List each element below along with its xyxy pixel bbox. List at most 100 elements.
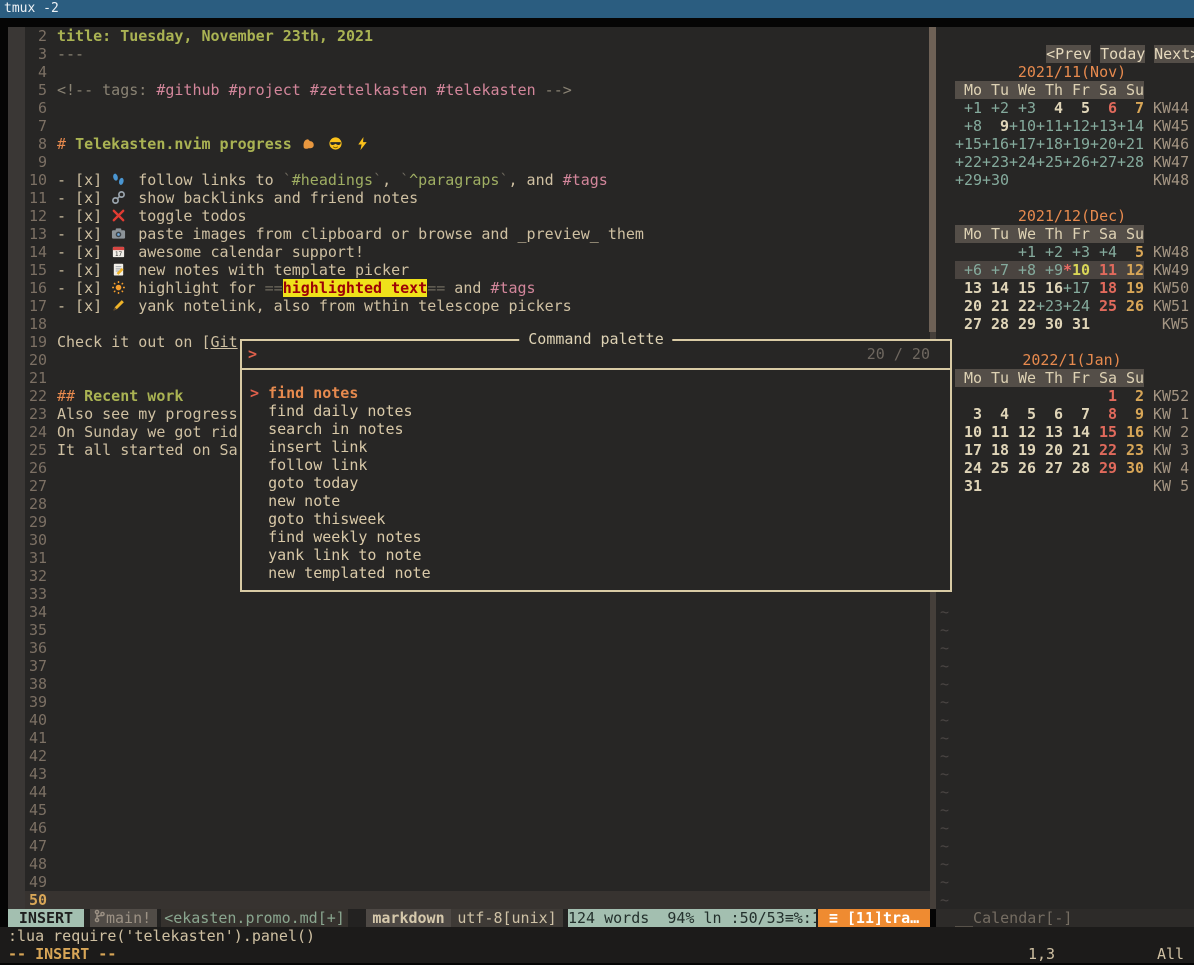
calendar-day[interactable]: 25 (1090, 297, 1117, 315)
calendar-day[interactable]: +27 (1090, 153, 1117, 171)
command-line[interactable]: :lua require('telekasten').panel() (0, 927, 1194, 945)
calendar-day[interactable]: 29 (1090, 459, 1117, 477)
buffer-line[interactable]: 48 (25, 855, 930, 873)
buffer-line[interactable]: 41 (25, 729, 930, 747)
calendar-day[interactable]: 27 (955, 315, 982, 333)
buffer-line[interactable]: 8# Telekasten.nvim progress (25, 135, 930, 153)
calendar-day[interactable]: 5 (1009, 405, 1036, 423)
calendar-day[interactable]: +16 (982, 135, 1009, 153)
buffer-line[interactable]: 10- [x] follow links to `#headings`, `^p… (25, 171, 930, 189)
calendar-day[interactable]: 23 (1117, 441, 1144, 459)
buffer-line[interactable]: 17- [x] yank notelink, also from wthin t… (25, 297, 930, 315)
calendar-day[interactable]: 18 (982, 441, 1009, 459)
calendar-day[interactable]: 13 (1036, 423, 1063, 441)
calendar-day[interactable]: +17 (1009, 135, 1036, 153)
calendar-day[interactable]: 17 (955, 441, 982, 459)
calendar-day[interactable]: 29 (1009, 315, 1036, 333)
calendar-day[interactable]: +12 (1063, 117, 1090, 135)
calendar-day[interactable]: 20 (955, 297, 982, 315)
calendar-day[interactable]: +25 (1036, 153, 1063, 171)
buffer-line[interactable]: 42 (25, 747, 930, 765)
calendar-day[interactable]: 21 (1063, 441, 1090, 459)
palette-item[interactable]: goto today (242, 474, 950, 492)
calendar-day[interactable]: 22 (1090, 441, 1117, 459)
calendar-day[interactable]: 19 (1117, 279, 1144, 297)
calendar-day[interactable]: 16 (1117, 423, 1144, 441)
palette-item[interactable]: search in notes (242, 420, 950, 438)
calendar-day[interactable]: +19 (1063, 135, 1090, 153)
calendar-day[interactable]: 5 (1063, 99, 1090, 117)
palette-item[interactable]: follow link (242, 456, 950, 474)
palette-item[interactable]: goto thisweek (242, 510, 950, 528)
buffer-line[interactable]: 15- [x] new notes with template picker (25, 261, 930, 279)
calendar-day[interactable]: +11 (1036, 117, 1063, 135)
palette-item[interactable]: new templated note (242, 564, 950, 582)
calendar-day[interactable]: +24 (1063, 297, 1090, 315)
buffer-line[interactable]: 44 (25, 783, 930, 801)
palette-item[interactable]: > find notes (242, 384, 950, 402)
palette-item[interactable]: yank link to note (242, 546, 950, 564)
calendar-next-button[interactable]: Next> (1154, 45, 1194, 63)
calendar-day[interactable]: +9 (1036, 261, 1063, 279)
buffer-line[interactable]: 45 (25, 801, 930, 819)
buffer-line[interactable]: 36 (25, 639, 930, 657)
calendar-day[interactable]: 30 (1036, 315, 1063, 333)
buffer-line[interactable]: 6 (25, 99, 930, 117)
buffer-line[interactable]: 3--- (25, 45, 930, 63)
buffer-line[interactable]: 7 (25, 117, 930, 135)
buffer-line[interactable]: 35 (25, 621, 930, 639)
palette-item[interactable]: find daily notes (242, 402, 950, 420)
calendar-day[interactable]: 11 (1090, 261, 1117, 279)
buffer-line[interactable]: 14- [x] 17 awesome calendar support! (25, 243, 930, 261)
calendar-day[interactable]: 5 (1117, 243, 1144, 261)
calendar-day[interactable]: 11 (982, 423, 1009, 441)
buffer-line[interactable]: 12- [x] toggle todos (25, 207, 930, 225)
calendar-day[interactable]: 13 (955, 279, 982, 297)
calendar-day[interactable]: +23 (982, 153, 1009, 171)
calendar-day[interactable]: 21 (982, 297, 1009, 315)
buffer-line[interactable]: 16- [x] highlight for ==highlighted text… (25, 279, 930, 297)
calendar-day[interactable]: +2 (982, 99, 1009, 117)
calendar-day[interactable]: 26 (1117, 297, 1144, 315)
calendar-day[interactable]: 22 (1009, 297, 1036, 315)
buffer-line[interactable]: 5<!-- tags: #github #project #zettelkast… (25, 81, 930, 99)
calendar-day[interactable]: 6 (1036, 405, 1063, 423)
calendar-day[interactable]: 15 (1009, 279, 1036, 297)
calendar-day[interactable]: +17 (1063, 279, 1090, 297)
calendar-day[interactable]: 20 (1036, 441, 1063, 459)
buffer-line[interactable]: 11- [x] show backlinks and friend notes (25, 189, 930, 207)
buffer-line[interactable]: 43 (25, 765, 930, 783)
calendar-day[interactable]: 12 (1117, 261, 1144, 279)
calendar-day[interactable]: 8 (1090, 405, 1117, 423)
buffer-line[interactable]: 46 (25, 819, 930, 837)
buffer-line[interactable]: 37 (25, 657, 930, 675)
calendar-day[interactable]: 3 (955, 405, 982, 423)
calendar-day[interactable]: +14 (1117, 117, 1144, 135)
calendar-day[interactable]: +6 (955, 261, 982, 279)
calendar-day[interactable]: 9 (1117, 405, 1144, 423)
calendar-day[interactable]: +26 (1063, 153, 1090, 171)
calendar-day[interactable]: +23 (1036, 297, 1063, 315)
calendar-day[interactable]: 28 (982, 315, 1009, 333)
palette-prompt-input[interactable]: > 20 / 20 (242, 341, 950, 370)
buffer-line[interactable]: 50 (25, 891, 930, 909)
buffer-line[interactable]: 2title: Tuesday, November 23th, 2021 (25, 27, 930, 45)
calendar-day[interactable]: +8 (1009, 261, 1036, 279)
buffer-line[interactable]: 13- [x] paste images from clipboard or b… (25, 225, 930, 243)
calendar-day[interactable]: 10 (955, 423, 982, 441)
calendar-day[interactable]: 4 (982, 405, 1009, 423)
calendar-day[interactable]: 27 (1036, 459, 1063, 477)
calendar-day[interactable]: 14 (982, 279, 1009, 297)
calendar-day[interactable]: +3 (1063, 243, 1090, 261)
calendar-day[interactable]: 1 (1090, 387, 1117, 405)
calendar-day[interactable]: +1 (955, 99, 982, 117)
calendar-day[interactable]: +2 (1036, 243, 1063, 261)
calendar-day[interactable]: +8 (955, 117, 982, 135)
calendar-day[interactable]: +21 (1117, 135, 1144, 153)
calendar-day[interactable]: 14 (1063, 423, 1090, 441)
calendar-day[interactable]: +3 (1009, 99, 1036, 117)
calendar-day[interactable]: 4 (1036, 99, 1063, 117)
calendar-day[interactable]: +15 (955, 135, 982, 153)
calendar-prev-button[interactable]: <Prev (1046, 45, 1091, 63)
calendar-day[interactable]: 18 (1090, 279, 1117, 297)
